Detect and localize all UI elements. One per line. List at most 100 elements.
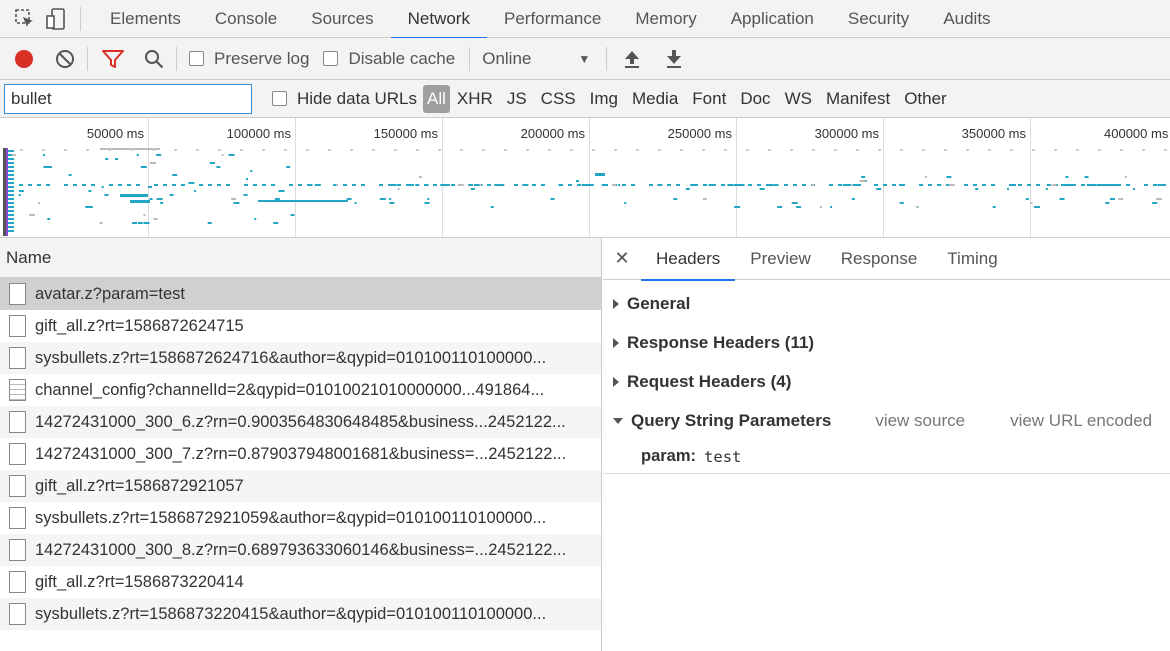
- file-icon: [9, 539, 26, 561]
- type-filter-font[interactable]: Font: [685, 85, 733, 113]
- name-column-header[interactable]: Name: [0, 238, 601, 278]
- overview-mark: [991, 184, 995, 186]
- filter-toggle-button[interactable]: [102, 49, 124, 69]
- type-filter-ws[interactable]: WS: [778, 85, 819, 113]
- overview-mark: [721, 184, 725, 186]
- tab-preview[interactable]: Preview: [735, 238, 825, 280]
- tab-response[interactable]: Response: [826, 238, 933, 280]
- view-source-link[interactable]: view source: [875, 411, 965, 431]
- request-row[interactable]: 14272431000_300_6.z?rn=0.900356483064848…: [0, 406, 601, 438]
- type-filter-all[interactable]: All: [423, 84, 450, 113]
- request-row[interactable]: gift_all.z?rt=1586872921057: [0, 470, 601, 502]
- request-row[interactable]: avatar.z?param=test: [0, 278, 601, 310]
- overview-mark: [811, 184, 815, 186]
- overview-mark: [834, 149, 837, 151]
- response-headers-toggle[interactable]: Response Headers (11): [603, 323, 1170, 362]
- inspect-element-icon[interactable]: [14, 8, 36, 30]
- preserve-log-option[interactable]: Preserve log: [189, 49, 309, 69]
- overview-mark: [802, 184, 806, 186]
- hide-data-urls-checkbox[interactable]: [272, 91, 287, 106]
- overview-mark: [692, 184, 696, 186]
- query-string-section-toggle[interactable]: Query String Parameters view source view…: [603, 401, 1170, 440]
- type-filter-other[interactable]: Other: [897, 85, 954, 113]
- clear-button[interactable]: [55, 49, 75, 69]
- overview-mark: [120, 194, 148, 197]
- overview-mark: [18, 194, 21, 196]
- tab-network[interactable]: Network: [390, 0, 488, 39]
- tab-elements[interactable]: Elements: [93, 0, 198, 38]
- disable-cache-option[interactable]: Disable cache: [323, 49, 455, 69]
- export-har-button[interactable]: [665, 49, 683, 69]
- overview-bars: [3, 148, 1167, 236]
- preserve-log-checkbox[interactable]: [189, 51, 204, 66]
- overview-mark: [470, 188, 475, 190]
- overview-mark: [240, 149, 243, 151]
- type-filter-doc[interactable]: Doc: [733, 85, 777, 113]
- request-name: 14272431000_300_7.z?rn=0.879037948001681…: [35, 444, 567, 463]
- tab-memory[interactable]: Memory: [618, 0, 713, 38]
- overview-mark: [874, 184, 878, 186]
- network-overview[interactable]: 50000 ms 100000 ms 150000 ms 200000 ms 2…: [0, 118, 1170, 238]
- overview-mark: [221, 154, 224, 156]
- request-row[interactable]: gift_all.z?rt=1586873220414: [0, 566, 601, 598]
- record-button[interactable]: [13, 48, 35, 70]
- tab-console[interactable]: Console: [198, 0, 294, 38]
- device-toolbar-icon[interactable]: [46, 7, 68, 30]
- overview-mark: [1084, 176, 1089, 178]
- request-row[interactable]: sysbullets.z?rt=1586873220415&author=&qy…: [0, 598, 601, 630]
- throttling-select[interactable]: Online ▼: [482, 49, 594, 69]
- overview-mark: [46, 184, 50, 186]
- overview-mark: [109, 184, 113, 186]
- overview-mark: [310, 184, 313, 186]
- file-icon: [9, 443, 26, 465]
- overview-mark: [350, 149, 353, 151]
- search-button[interactable]: [144, 49, 164, 69]
- type-filter-media[interactable]: Media: [625, 85, 685, 113]
- overview-mark: [966, 149, 969, 151]
- overview-mark: [136, 154, 139, 156]
- overview-mark: [207, 222, 210, 224]
- general-section-toggle[interactable]: General: [603, 284, 1170, 323]
- type-filter-js[interactable]: JS: [500, 85, 534, 113]
- request-row[interactable]: 14272431000_300_7.z?rn=0.879037948001681…: [0, 438, 601, 470]
- view-url-encoded-link[interactable]: view URL encoded: [1010, 411, 1152, 431]
- request-row[interactable]: gift_all.z?rt=1586872624715: [0, 310, 601, 342]
- filter-input[interactable]: [4, 83, 252, 114]
- overview-mark: [1153, 184, 1157, 186]
- overview-mark: [188, 182, 195, 184]
- type-filter-css[interactable]: CSS: [534, 85, 583, 113]
- overview-mark: [876, 188, 882, 190]
- overview-mark: [426, 184, 429, 186]
- tab-timing[interactable]: Timing: [932, 238, 1012, 280]
- overview-mark: [233, 202, 240, 204]
- tab-sources[interactable]: Sources: [294, 0, 390, 38]
- overview-mark: [68, 174, 72, 176]
- overview-mark: [137, 222, 143, 224]
- request-headers-toggle[interactable]: Request Headers (4): [603, 362, 1170, 401]
- overview-mark: [8, 170, 14, 172]
- hide-data-urls-option[interactable]: Hide data URLs: [272, 89, 417, 109]
- request-row[interactable]: sysbullets.z?rt=1586872921059&author=&qy…: [0, 502, 601, 534]
- overview-mark: [18, 190, 24, 192]
- overview-mark: [42, 149, 45, 151]
- import-har-button[interactable]: [623, 49, 641, 69]
- type-filter-xhr[interactable]: XHR: [450, 85, 500, 113]
- clear-icon: [56, 49, 74, 68]
- tab-audits[interactable]: Audits: [926, 0, 1007, 38]
- document-icon: [9, 379, 26, 401]
- disable-cache-checkbox[interactable]: [323, 51, 339, 66]
- request-row[interactable]: channel_config?channelId=2&qypid=0101002…: [0, 374, 601, 406]
- request-row[interactable]: 14272431000_300_8.z?rn=0.689793633060146…: [0, 534, 601, 566]
- type-filter-img[interactable]: Img: [583, 85, 625, 113]
- overview-mark: [946, 176, 952, 178]
- overview-mark: [262, 149, 265, 151]
- details-tabbar: ✕ Headers Preview Response Timing: [603, 238, 1170, 281]
- tab-application[interactable]: Application: [714, 0, 831, 38]
- type-filter-manifest[interactable]: Manifest: [819, 85, 897, 113]
- request-row[interactable]: sysbullets.z?rt=1586872624716&author=&qy…: [0, 342, 601, 374]
- tab-performance[interactable]: Performance: [487, 0, 618, 38]
- overview-mark: [899, 202, 904, 204]
- tab-security[interactable]: Security: [831, 0, 926, 38]
- tab-headers[interactable]: Headers: [641, 238, 736, 281]
- close-details-icon[interactable]: ✕: [603, 248, 641, 269]
